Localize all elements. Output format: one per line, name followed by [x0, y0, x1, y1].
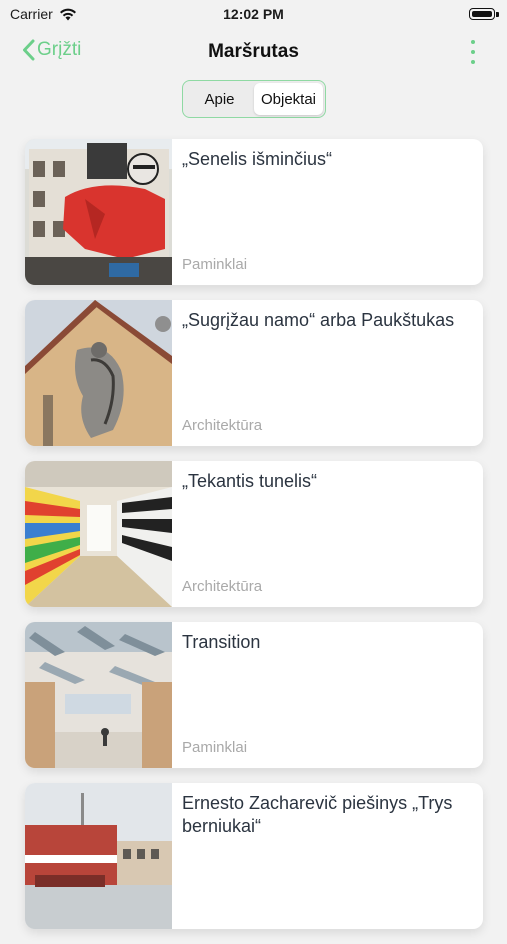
- segmented-control: Apie Objektai: [182, 80, 326, 118]
- item-category: Paminklai: [182, 256, 248, 273]
- more-dot-icon: [471, 60, 475, 64]
- item-thumbnail: [25, 461, 172, 607]
- objects-list: „Senelis išminčius“ Paminklai „Sugrįžau …: [25, 139, 483, 944]
- item-info: Ernesto Zacharevič piešinys „Trys berniu…: [172, 783, 483, 929]
- item-info: „Tekantis tunelis“ Architektūra: [172, 461, 483, 607]
- list-item[interactable]: Ernesto Zacharevič piešinys „Trys berniu…: [25, 783, 483, 929]
- segment-objektai-label: Objektai: [260, 90, 317, 108]
- navigation-bar: Grįžti Maršrutas: [0, 30, 507, 76]
- item-category: Architektūra: [182, 417, 263, 434]
- item-thumbnail: [25, 300, 172, 446]
- item-title: „Senelis išminčius“: [182, 149, 333, 169]
- list-item[interactable]: „Sugrįžau namo“ arba Paukštukas Architek…: [25, 300, 483, 446]
- item-title: „Tekantis tunelis“: [182, 471, 318, 491]
- page-title: Maršrutas: [208, 41, 299, 62]
- list-item[interactable]: Transition Paminklai: [25, 622, 483, 768]
- list-item[interactable]: „Tekantis tunelis“ Architektūra: [25, 461, 483, 607]
- more-options-button[interactable]: [467, 40, 479, 64]
- battery-icon: [469, 8, 499, 20]
- list-item[interactable]: „Senelis išminčius“ Paminklai: [25, 139, 483, 285]
- item-info: „Sugrįžau namo“ arba Paukštukas Architek…: [172, 300, 483, 446]
- item-title: Transition: [182, 632, 261, 652]
- item-thumbnail: [25, 139, 172, 285]
- item-title: Ernesto Zacharevič piešinys „Trys berniu…: [182, 793, 453, 836]
- segment-apie[interactable]: Apie: [185, 83, 254, 115]
- item-category: Architektūra: [182, 578, 263, 595]
- segment-apie-label: Apie: [204, 90, 235, 108]
- item-thumbnail: [25, 622, 172, 768]
- more-dot-icon: [471, 50, 475, 54]
- item-info: „Senelis išminčius“ Paminklai: [172, 139, 483, 285]
- item-info: Transition Paminklai: [172, 622, 483, 768]
- more-dot-icon: [471, 40, 475, 44]
- item-category: Paminklai: [182, 739, 248, 756]
- item-title: „Sugrįžau namo“ arba Paukštukas: [182, 310, 455, 330]
- item-thumbnail: [25, 783, 172, 929]
- status-bar: Carrier 12:02 PM: [0, 0, 507, 28]
- segment-objektai[interactable]: Objektai: [254, 83, 323, 115]
- status-time: 12:02 PM: [223, 6, 284, 22]
